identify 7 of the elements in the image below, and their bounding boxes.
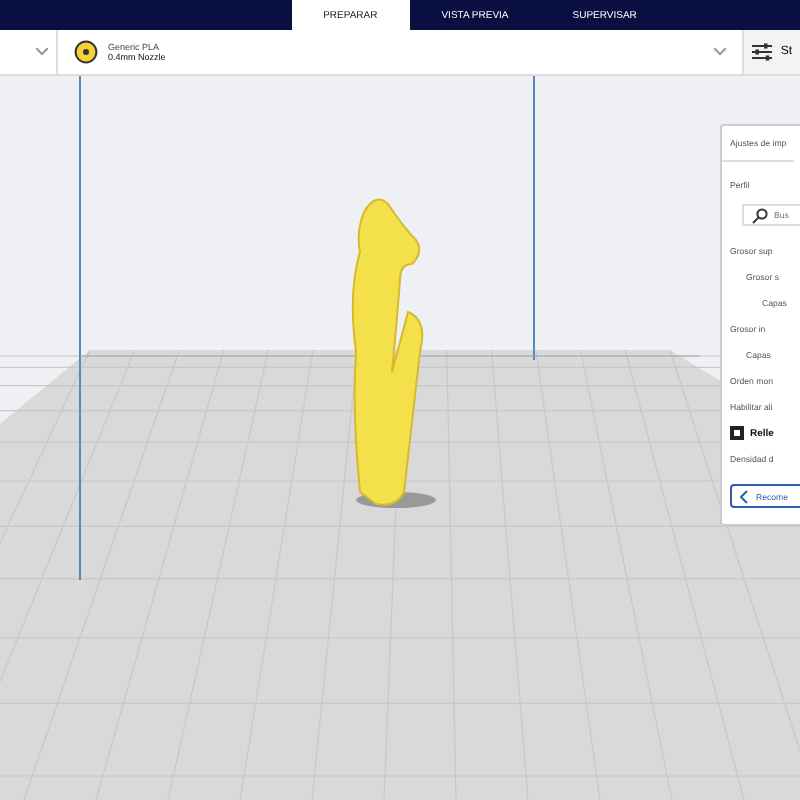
spool-icon — [74, 40, 98, 64]
chevron-down-icon — [714, 48, 726, 56]
sliders-icon — [752, 42, 773, 62]
search-icon — [752, 207, 768, 223]
chevron-down-icon[interactable] — [36, 48, 48, 56]
grid-icon — [730, 426, 744, 440]
chevron-left-icon — [740, 489, 748, 503]
